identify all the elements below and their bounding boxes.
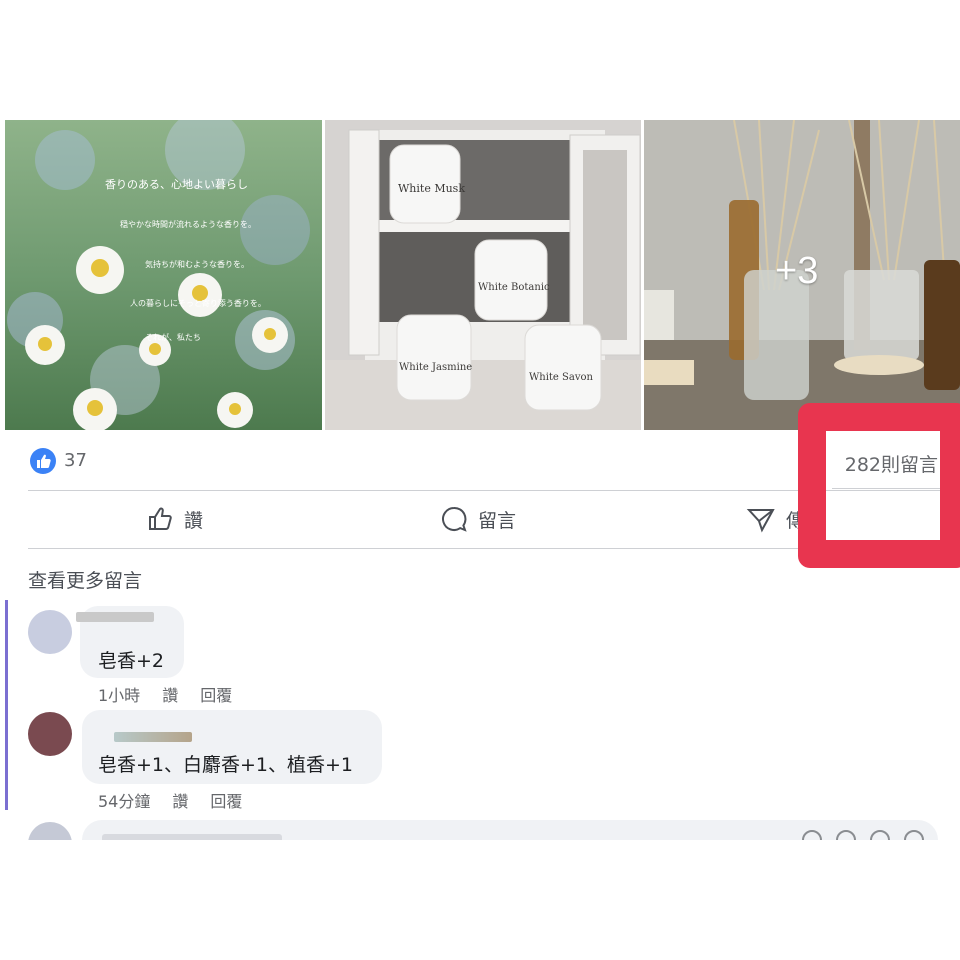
comment-button[interactable]: 留言 — [440, 500, 516, 538]
composer-placeholder-redacted — [102, 834, 282, 840]
highlight-inner-divider — [832, 488, 940, 489]
jar-botanic-label: White Botanic — [478, 282, 550, 293]
like-button-label: 讚 — [184, 509, 204, 532]
thumbs-up-icon — [149, 507, 172, 530]
avatar[interactable] — [28, 712, 72, 756]
thread-indicator — [5, 600, 8, 810]
camera-icon[interactable] — [836, 830, 856, 840]
composer-icons — [802, 830, 924, 840]
commenter-name-redacted[interactable] — [114, 732, 192, 742]
comment-text: 皂香+1、白麝香+1、植香+1 — [98, 754, 354, 776]
comment-time[interactable]: 1小時 — [98, 682, 140, 706]
facebook-post: 香りのある、心地よい暮らし 穏やかな時間が流れるような香りを。 気持ちが和むよう… — [0, 120, 960, 840]
comment-text: 皂香+2 — [98, 650, 165, 672]
comment-meta: 1小時 讚 回覆 — [98, 682, 232, 706]
like-count[interactable]: 37 — [64, 450, 87, 471]
photo1-line4: 人の暮らしにそっと寄り添う香りを。 — [130, 298, 266, 308]
sticker-icon[interactable] — [904, 830, 924, 840]
comment-button-label: 留言 — [478, 509, 517, 532]
photo-grid: 香りのある、心地よい暮らし 穏やかな時間が流れるような香りを。 気持ちが和むよう… — [5, 120, 960, 430]
photo1-line3: 気持ちが和むような香りを。 — [145, 259, 249, 269]
like-badge-icon[interactable] — [30, 448, 56, 474]
avatar[interactable] — [28, 610, 72, 654]
emoji-icon[interactable] — [802, 830, 822, 840]
like-button[interactable]: 讚 — [146, 500, 203, 538]
photo1-line1: 香りのある、心地よい暮らし — [105, 177, 248, 191]
photo1-line2: 穏やかな時間が流れるような香りを。 — [120, 219, 256, 229]
photo1-line5: それが、私たち — [145, 332, 201, 342]
comment-icon — [442, 506, 467, 532]
comment-reply-link[interactable]: 回覆 — [210, 788, 242, 812]
comment-like-link[interactable]: 讚 — [172, 788, 188, 812]
commenter-name-redacted[interactable] — [76, 612, 154, 622]
gif-icon[interactable] — [870, 830, 890, 840]
view-more-comments-link[interactable]: 查看更多留言 — [28, 566, 142, 593]
comment-composer[interactable] — [82, 820, 938, 840]
comment-time[interactable]: 54分鐘 — [98, 788, 150, 812]
more-photos-count[interactable]: +3 — [775, 250, 818, 293]
share-button[interactable]: 傳 — [746, 500, 805, 538]
comment-meta: 54分鐘 讚 回覆 — [98, 788, 242, 812]
comment-reply-link[interactable]: 回覆 — [200, 682, 232, 706]
share-icon — [746, 509, 775, 533]
composer-avatar — [28, 822, 72, 840]
comment-like-link[interactable]: 讚 — [162, 682, 178, 706]
photo-cabinet-jars[interactable]: White Musk White Botanic White Jasmine W… — [325, 120, 641, 430]
photo-chamomile[interactable]: 香りのある、心地よい暮らし 穏やかな時間が流れるような香りを。 気持ちが和むよう… — [5, 120, 322, 430]
jar-jasmine-label: White Jasmine — [399, 362, 472, 373]
jar-musk-label: White Musk — [398, 182, 465, 195]
jar-savon-label: White Savon — [529, 372, 594, 383]
highlight-inner-area — [832, 432, 940, 534]
